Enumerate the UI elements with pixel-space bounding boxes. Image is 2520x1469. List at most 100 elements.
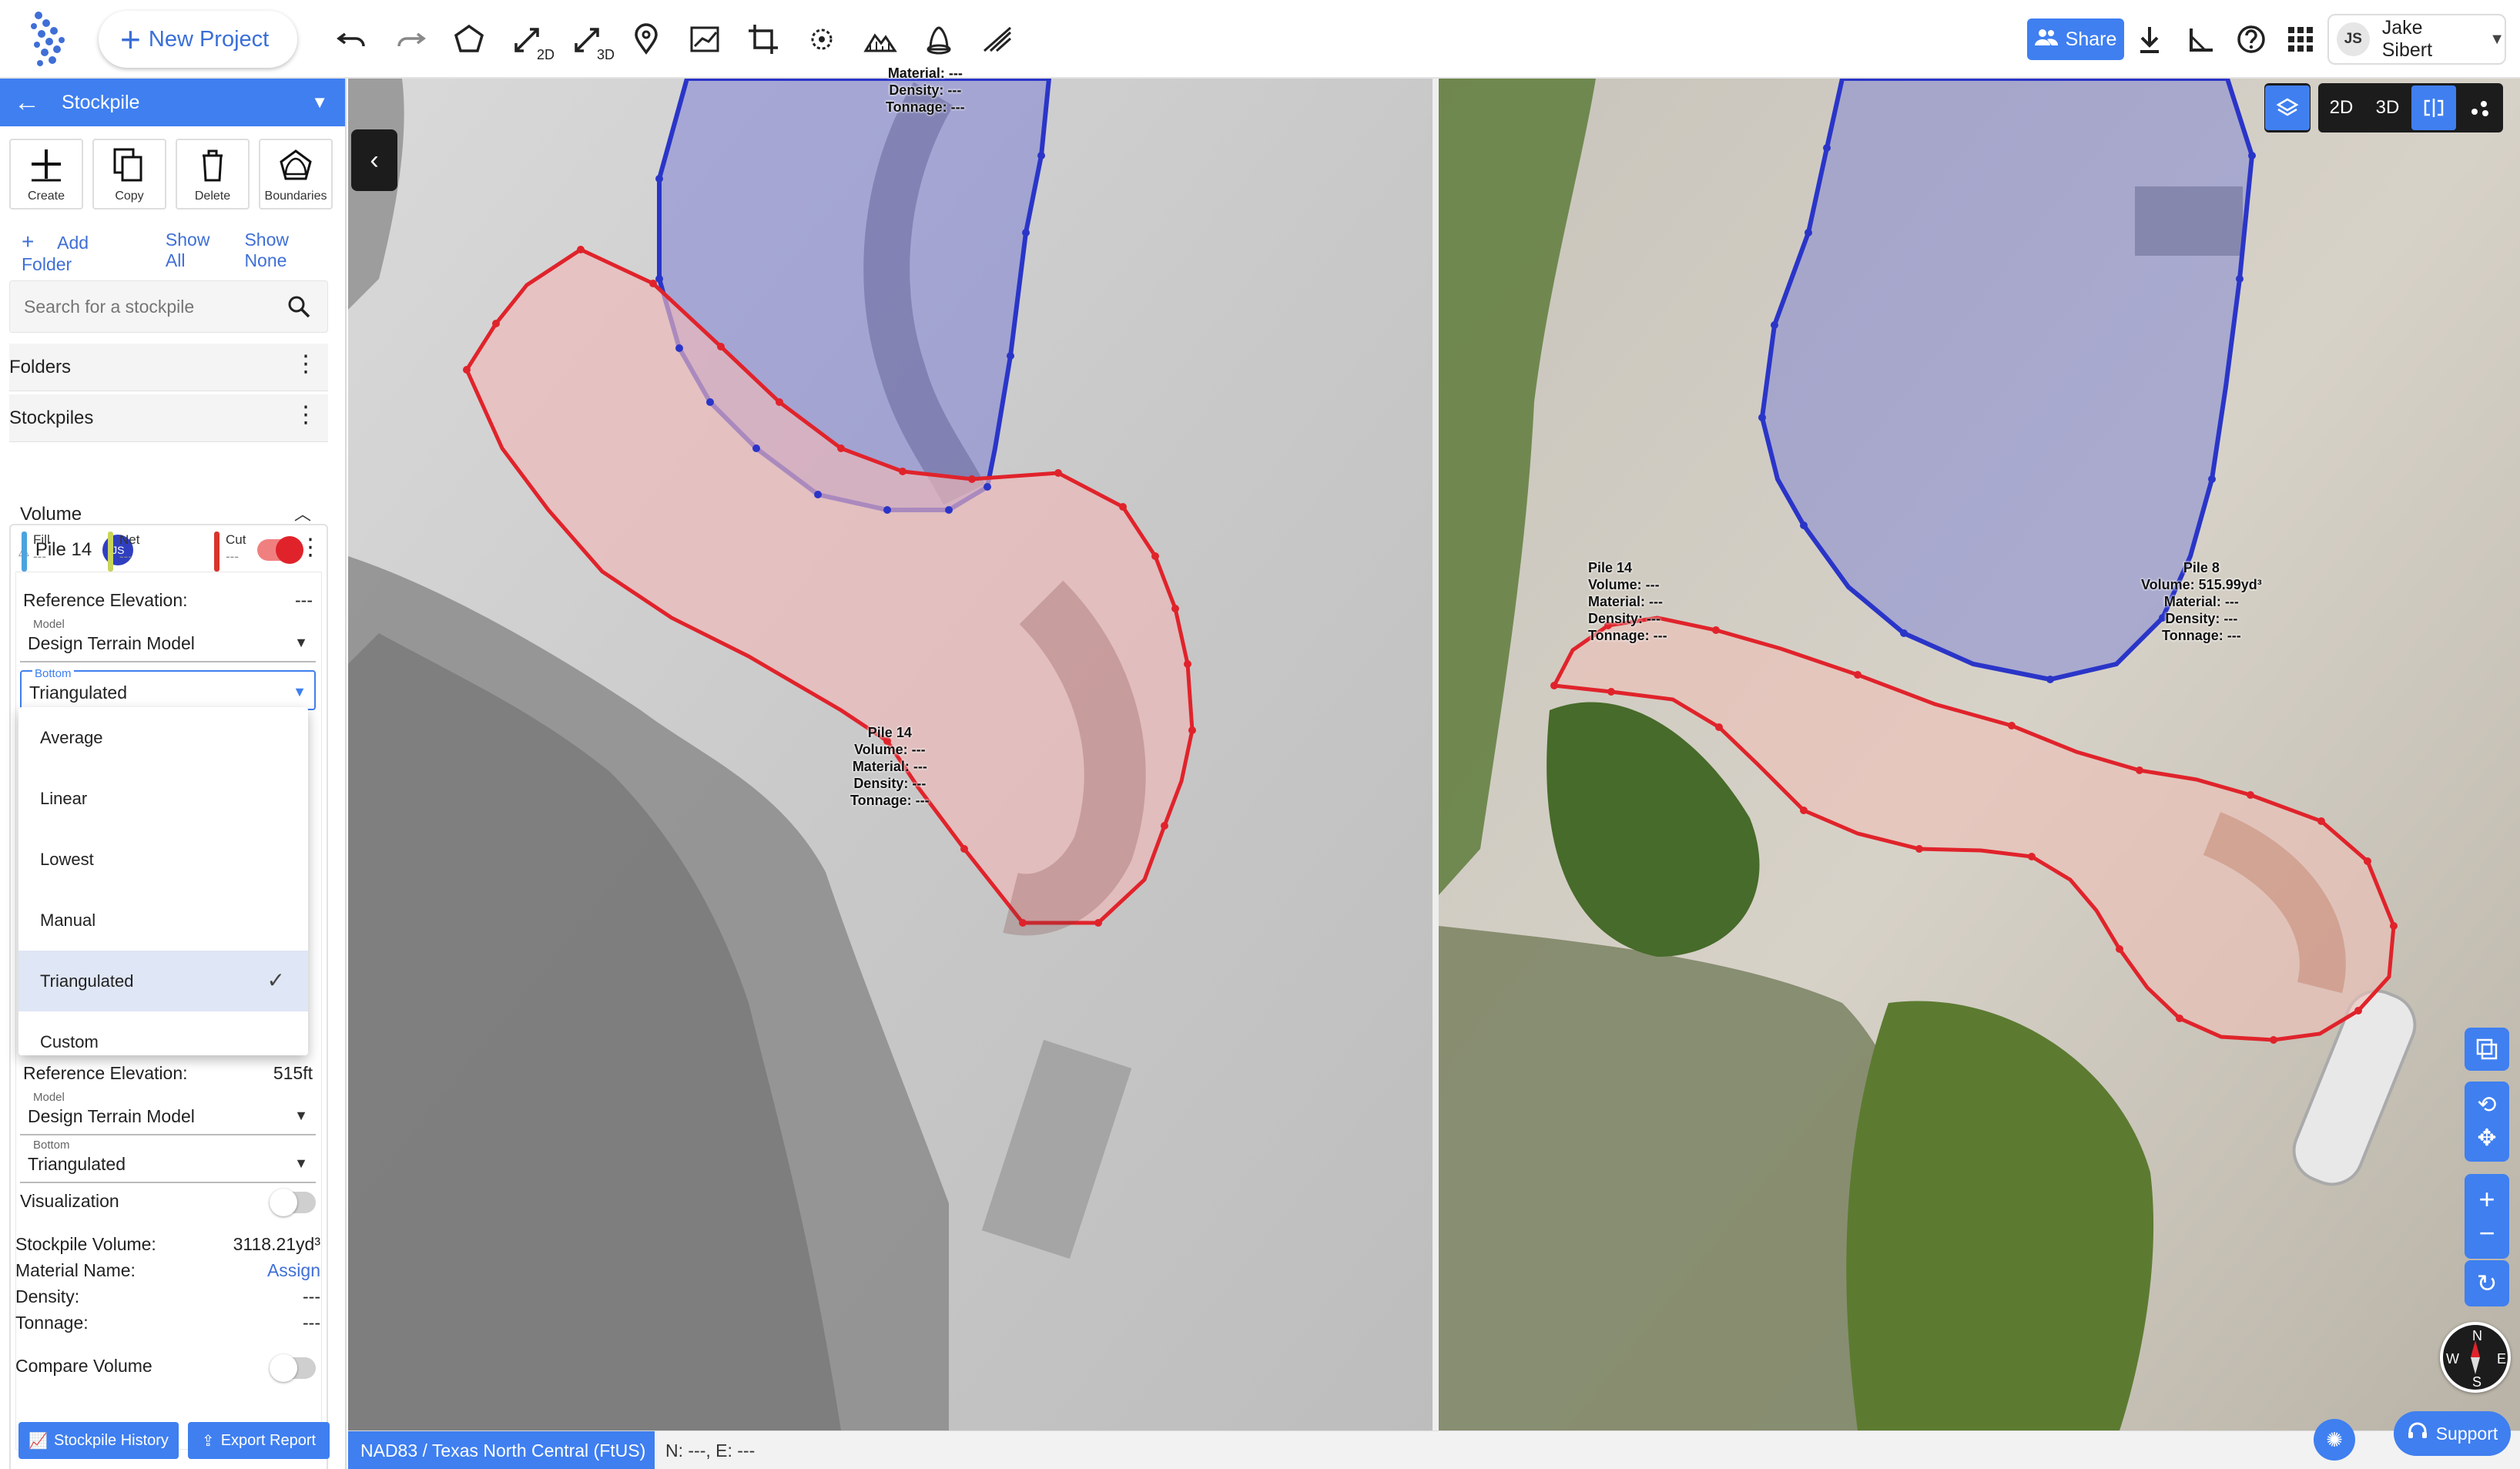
undo-button[interactable] [330, 17, 374, 62]
right-pile8-label: Pile 8 Volume: 515.99yd³ Material: --- D… [2141, 559, 2262, 644]
add-folder-button[interactable]: + Add Folder [22, 230, 149, 275]
ref-elevation-label: Reference Elevation: [23, 590, 188, 610]
option-average[interactable]: Average [18, 707, 308, 768]
folder-links: + Add Folder Show All Show None [22, 230, 345, 275]
create-button[interactable]: Create [9, 139, 83, 210]
chevron-up-icon[interactable]: ︿ [294, 501, 311, 525]
model-select[interactable]: Model Design Terrain Model ▼ [20, 618, 316, 662]
map-viewport[interactable] [348, 79, 2520, 1430]
option-linear[interactable]: Linear [18, 768, 308, 829]
zoom-out-button[interactable]: − [2478, 1219, 2495, 1247]
pan-arrows-icon[interactable]: ✥ [2477, 1125, 2496, 1152]
density-label: Density: [15, 1286, 80, 1306]
search-icon[interactable] [287, 295, 310, 318]
location-pin-button[interactable] [624, 17, 669, 62]
help-button[interactable] [2232, 20, 2270, 59]
right-pile8-volume: Volume: 515.99yd³ [2141, 577, 2262, 592]
folders-section[interactable]: Folders ⋮ [9, 344, 328, 391]
measure-angle-button[interactable] [2181, 20, 2220, 59]
export-report-button[interactable]: ⇪ Export Report [188, 1422, 330, 1459]
material-name-label: Material Name: [15, 1260, 136, 1280]
stockpile-sidebar: ← Stockpile ▼ Create Copy Delete Boundar… [0, 79, 347, 1469]
pointcloud-button[interactable] [2458, 86, 2502, 130]
back-arrow-icon[interactable]: ← [14, 88, 40, 118]
polygon-tool-button[interactable] [447, 17, 491, 62]
compass-widget[interactable]: N S E W [2440, 1322, 2511, 1393]
top-toolbar: + New Project 2D 3D Share JS Jake Sibert… [0, 0, 2520, 79]
redo-button[interactable] [388, 17, 433, 62]
apps-grid-button[interactable] [2281, 20, 2320, 59]
layers-control[interactable] [2264, 83, 2311, 132]
sidebar-header: ← Stockpile ▼ [0, 79, 345, 126]
basemap-toggle-button[interactable] [2465, 1028, 2509, 1071]
chevron-down-icon[interactable]: ▼ [311, 92, 328, 112]
copy-button[interactable]: Copy [92, 139, 166, 210]
measure-3d-button[interactable]: 3D [565, 17, 615, 62]
fill-value: --- [33, 549, 46, 564]
user-menu[interactable]: JS Jake Sibert ▼ [2327, 14, 2506, 65]
pile-header[interactable]: ◬ Pile 14 JS ⋮ [11, 525, 327, 575]
show-none-button[interactable]: Show None [244, 230, 328, 275]
share-button[interactable]: Share [2027, 18, 2124, 60]
ref-elevation2-value: 515ft [273, 1063, 313, 1083]
option-lowest[interactable]: Lowest [18, 829, 308, 890]
split-view-button[interactable] [2411, 86, 2456, 130]
split-divider[interactable] [1433, 79, 1439, 1430]
share-people-icon [2034, 29, 2058, 51]
boundaries-button[interactable]: Boundaries [259, 139, 333, 210]
support-button[interactable]: Support [2394, 1411, 2511, 1456]
stockpiles-section[interactable]: Stockpiles ⋮ [9, 394, 328, 442]
terrain-tool-button[interactable] [858, 17, 903, 62]
search-input[interactable] [24, 296, 278, 317]
pile-visibility-toggle[interactable] [257, 536, 303, 564]
more-vertical-icon[interactable]: ⋮ [299, 536, 322, 559]
collapse-sidebar-button[interactable]: ‹ [351, 129, 397, 191]
option-triangulated[interactable]: Triangulated ✓ [18, 951, 308, 1011]
bottom-select[interactable]: Bottom Triangulated ▼ [20, 667, 316, 710]
view-3d-button[interactable]: 3D [2365, 86, 2410, 130]
measure-2d-button[interactable]: 2D [505, 17, 555, 62]
new-project-button[interactable]: + New Project [99, 11, 297, 68]
stockpile-volume-label: Stockpile Volume: [15, 1234, 156, 1254]
zoom-in-button[interactable]: + [2478, 1186, 2495, 1213]
download-button[interactable] [2130, 20, 2169, 59]
option-custom[interactable]: Custom [18, 1011, 308, 1055]
accessibility-button[interactable]: ✺ [2314, 1419, 2355, 1461]
model2-select[interactable]: Model Design Terrain Model ▼ [20, 1091, 316, 1135]
orbit-icon[interactable]: ⟲ [2477, 1092, 2496, 1119]
app-logo[interactable] [23, 9, 77, 69]
show-all-button[interactable]: Show All [166, 230, 228, 275]
pointcloud-icon [2471, 101, 2488, 116]
bottom2-select[interactable]: Bottom Triangulated ▼ [20, 1139, 316, 1183]
layers-icon [2265, 86, 2310, 130]
stockpile-tool-button[interactable] [917, 17, 961, 62]
fill-color-bar [22, 532, 27, 572]
upload-icon: ⇪ [201, 1432, 215, 1450]
copy-layers-icon [2476, 1038, 2498, 1060]
copy-label: Copy [115, 189, 144, 203]
more-vertical-icon[interactable]: ⋮ [294, 353, 317, 376]
polygon-icon [454, 24, 484, 52]
compare-volume-toggle[interactable] [270, 1354, 316, 1382]
stockpile-icon [927, 26, 951, 55]
option-manual[interactable]: Manual [18, 890, 308, 951]
net-label: Net [119, 532, 140, 547]
reset-view-button[interactable]: ↻ [2465, 1260, 2509, 1306]
assign-material-link[interactable]: Assign [231, 1260, 320, 1281]
crop-tool-button[interactable] [741, 17, 786, 62]
stockpile-history-button[interactable]: 📈 Stockpile History [18, 1422, 179, 1459]
target-tool-button[interactable] [799, 17, 844, 62]
model-select-value: Design Terrain Model [28, 633, 195, 653]
delete-button[interactable]: Delete [176, 139, 250, 210]
legend-net: Net --- [108, 532, 139, 572]
right-pile8-density: Density: --- [2165, 611, 2238, 626]
view-2d-button[interactable]: 2D [2319, 86, 2364, 130]
left-pile8-material: Material: --- [887, 65, 963, 81]
profile-tool-button[interactable] [682, 17, 727, 62]
cut-value: --- [226, 549, 239, 564]
crs-selector[interactable]: NAD83 / Texas North Central (FtUS) [348, 1431, 655, 1469]
delete-label: Delete [194, 189, 231, 203]
slope-tool-button[interactable] [975, 17, 1020, 62]
more-vertical-icon[interactable]: ⋮ [294, 404, 317, 427]
visualization-toggle[interactable] [270, 1189, 316, 1216]
